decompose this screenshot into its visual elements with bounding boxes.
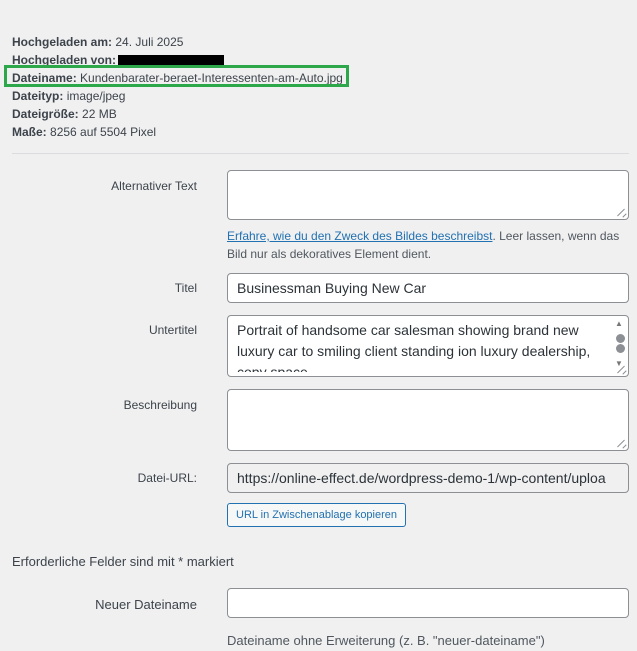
- new-filename-help: Dateiname ohne Erweiterung (z. B. "neuer…: [227, 633, 545, 648]
- scroll-thumb-dot: [616, 344, 625, 353]
- dimensions-value: 8256 auf 5504 Pixel: [50, 125, 157, 139]
- title-label: Titel: [174, 281, 197, 295]
- caption-value: Portrait of handsome car salesman showin…: [237, 322, 591, 372]
- alt-text-help: Erfahre, wie du den Zweck des Bildes bes…: [227, 227, 632, 263]
- uploaded-on-label: Hochgeladen am:: [12, 35, 113, 49]
- alt-text-textarea[interactable]: [227, 170, 629, 220]
- filesize-label: Dateigröße:: [12, 107, 79, 121]
- scroll-thumb[interactable]: [616, 334, 625, 343]
- uploaded-on-value: 24. Juli 2025: [115, 35, 184, 49]
- divider: [12, 153, 629, 154]
- filesize-value: 22 MB: [82, 107, 117, 121]
- title-input[interactable]: Businessman Buying New Car: [227, 273, 629, 303]
- file-url-input[interactable]: https://online-effect.de/wordpress-demo-…: [227, 463, 629, 493]
- uploaded-on-row: Hochgeladen am: 24. Juli 2025: [12, 33, 343, 51]
- filetype-value: image/jpeg: [66, 89, 126, 103]
- description-label: Beschreibung: [123, 398, 197, 412]
- alt-text-label: Alternativer Text: [111, 179, 197, 193]
- resize-handle-icon[interactable]: [618, 440, 626, 448]
- attachment-details: Hochgeladen am: 24. Juli 2025 Hochgelade…: [12, 33, 343, 141]
- filename-highlight-box: [4, 65, 349, 87]
- dimensions-label: Maße:: [12, 125, 47, 139]
- resize-handle-icon[interactable]: [618, 366, 626, 374]
- caption-label: Untertitel: [148, 323, 197, 337]
- filesize-row: Dateigröße: 22 MB: [12, 105, 343, 123]
- new-filename-input[interactable]: [227, 588, 629, 618]
- alt-text-value: [228, 171, 628, 183]
- filetype-label: Dateityp:: [12, 89, 64, 103]
- file-url-label: Datei-URL:: [137, 471, 197, 485]
- alt-text-help-link[interactable]: Erfahre, wie du den Zweck des Bildes bes…: [227, 229, 492, 243]
- redacted-username: [118, 54, 225, 65]
- description-value: [228, 390, 628, 402]
- caption-textarea[interactable]: Portrait of handsome car salesman showin…: [227, 315, 629, 377]
- caption-scrollbar[interactable]: ▲ ▼: [615, 320, 625, 368]
- new-filename-value: [228, 589, 628, 601]
- scroll-up-icon[interactable]: ▲: [615, 320, 623, 328]
- filetype-row: Dateityp: image/jpeg: [12, 87, 343, 105]
- file-url-value: https://online-effect.de/wordpress-demo-…: [237, 470, 606, 486]
- dimensions-row: Maße: 8256 auf 5504 Pixel: [12, 123, 343, 141]
- copy-url-button[interactable]: URL in Zwischenablage kopieren: [227, 503, 407, 527]
- required-fields-note: Erforderliche Felder sind mit * markiert: [12, 554, 234, 569]
- resize-handle-icon[interactable]: [618, 209, 626, 217]
- title-value: Businessman Buying New Car: [237, 280, 427, 296]
- description-textarea[interactable]: [227, 389, 629, 451]
- new-filename-label: Neuer Dateiname: [95, 597, 197, 612]
